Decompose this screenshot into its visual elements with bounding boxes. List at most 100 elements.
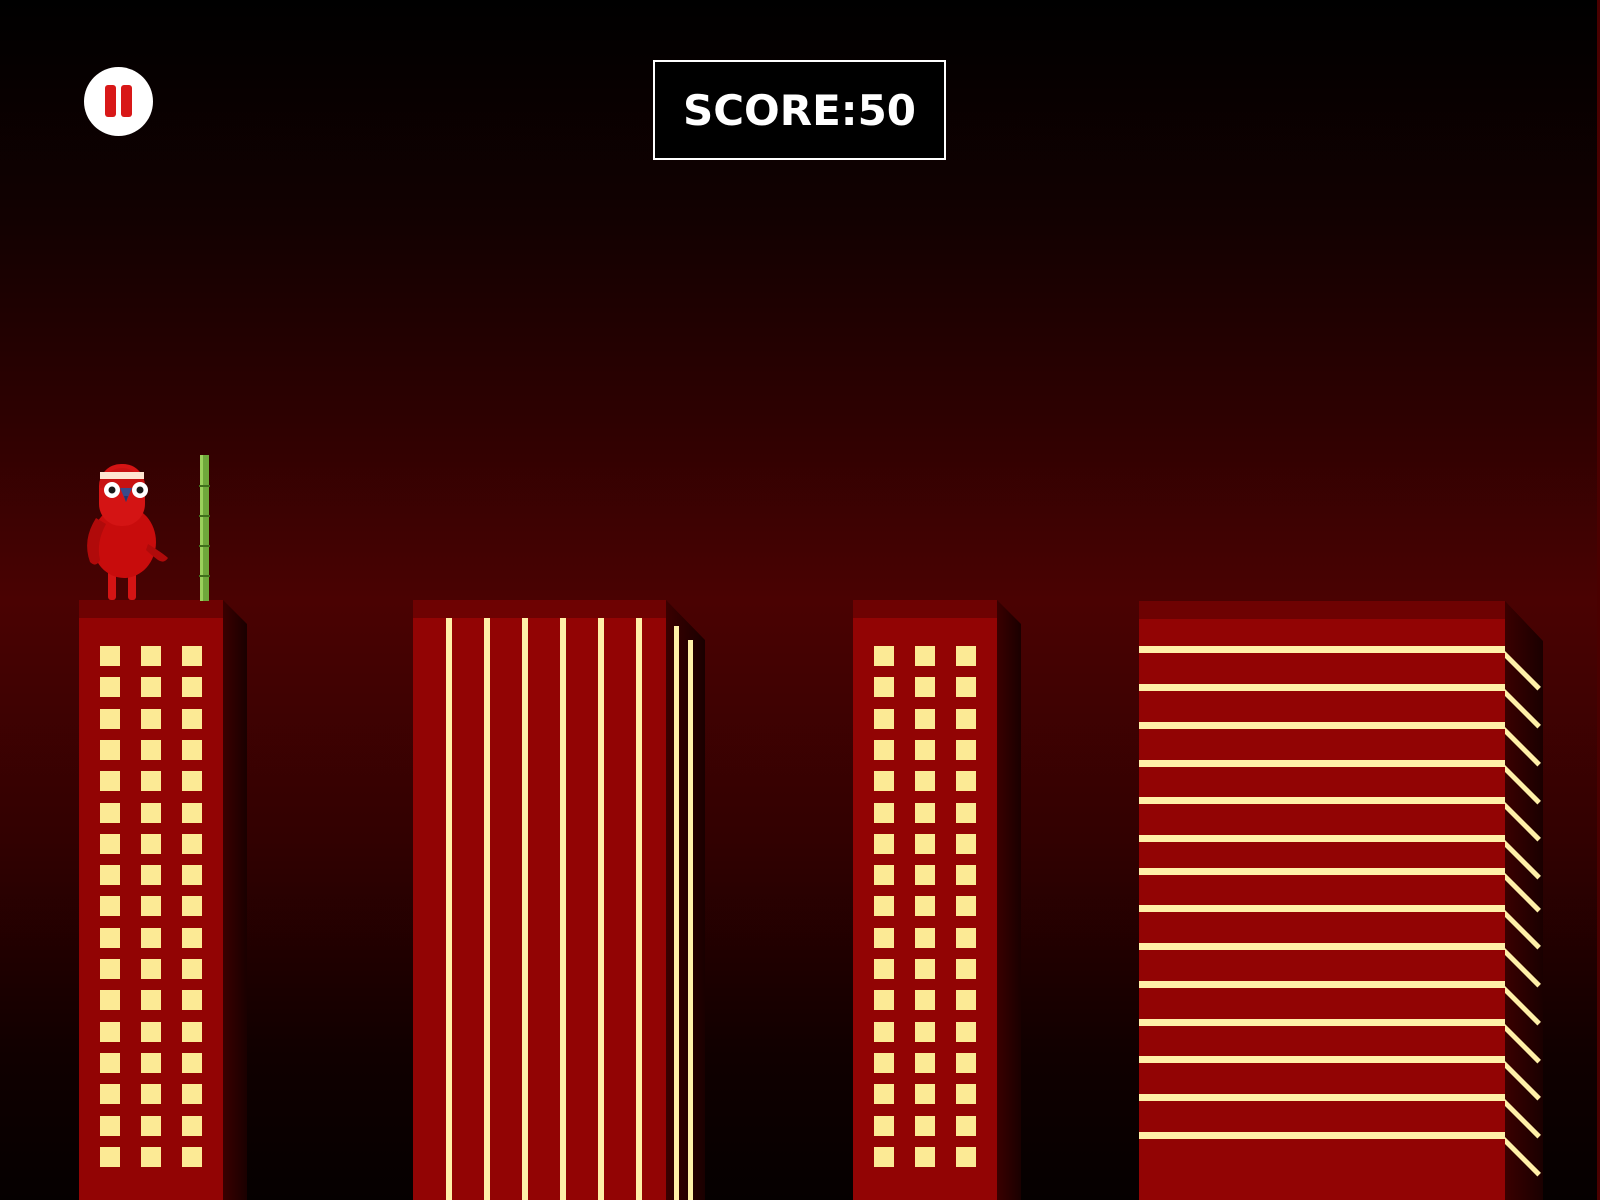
building-4 (1139, 601, 1543, 1200)
building-light-stripe (1139, 722, 1505, 729)
building-window (141, 1021, 161, 1042)
building-light-stripe (1139, 797, 1505, 804)
building-window (874, 802, 894, 823)
building-window (874, 865, 894, 886)
building-window (956, 1021, 976, 1042)
building-window (956, 1052, 976, 1073)
building-window (956, 833, 976, 854)
building-window (141, 959, 161, 979)
building-window (874, 896, 894, 917)
building-window (141, 1052, 161, 1073)
building-window (956, 771, 976, 792)
building-window (100, 1115, 120, 1136)
building-window (956, 896, 976, 917)
building-window (915, 959, 935, 979)
building-window (100, 833, 120, 854)
building-window (100, 927, 120, 948)
building-1 (79, 600, 247, 1200)
building-window (956, 865, 976, 886)
building-window (141, 896, 161, 917)
building-window (182, 865, 202, 886)
building-window (915, 739, 935, 760)
building-window (915, 802, 935, 823)
building-3 (853, 600, 1021, 1200)
building-window (956, 927, 976, 948)
building-window (100, 739, 120, 760)
building-side-stripe (1505, 945, 1541, 988)
building-side-stripe (1505, 907, 1541, 950)
building-window (182, 959, 202, 979)
building-window (141, 927, 161, 948)
building-window (874, 771, 894, 792)
building-window (874, 677, 894, 698)
building-window (956, 739, 976, 760)
building-window (100, 802, 120, 823)
building-window (182, 708, 202, 729)
building-window (915, 646, 935, 666)
building-light-stripe (560, 618, 566, 1200)
building-window (182, 833, 202, 854)
building-side-stripe (1505, 762, 1541, 805)
building-window (100, 677, 120, 698)
building-window (141, 739, 161, 760)
building-window (915, 1115, 935, 1136)
building-window (915, 990, 935, 1011)
building-window (915, 927, 935, 948)
bamboo-pole (199, 455, 210, 601)
building-window (141, 708, 161, 729)
building-window (874, 646, 894, 666)
building-light-stripe (1139, 868, 1505, 875)
building-light-stripe (1139, 1132, 1505, 1139)
building-window (956, 990, 976, 1011)
building-window (915, 771, 935, 792)
building-light-stripe (636, 618, 642, 1200)
building-window (100, 646, 120, 666)
building-light-stripe (1139, 835, 1505, 842)
score-display: SCORE: 50 (653, 60, 946, 160)
building-window (874, 833, 894, 854)
building-window (141, 802, 161, 823)
building-window (915, 833, 935, 854)
building-window (141, 677, 161, 698)
building-light-stripe (1139, 1019, 1505, 1026)
building-window (956, 1115, 976, 1136)
building-window (874, 1115, 894, 1136)
building-window (874, 1052, 894, 1073)
building-window (182, 990, 202, 1011)
building-window (956, 1084, 976, 1105)
building-light-stripe (1139, 684, 1505, 691)
pause-button[interactable] (84, 67, 153, 136)
building-window (141, 833, 161, 854)
building-side-stripe (1505, 724, 1541, 767)
building-window (956, 802, 976, 823)
building-window (915, 865, 935, 886)
building-light-stripe (484, 618, 490, 1200)
building-side-stripe (1505, 686, 1541, 729)
building-window (874, 927, 894, 948)
building-window (100, 896, 120, 917)
building-window (182, 802, 202, 823)
building-side-stripe (1505, 1096, 1541, 1139)
building-window (141, 646, 161, 666)
building-window (100, 708, 120, 729)
building-light-stripe (598, 618, 604, 1200)
building-window (100, 1021, 120, 1042)
building-light-stripe (1139, 1056, 1505, 1063)
building-window (141, 771, 161, 792)
building-window (915, 896, 935, 917)
building-light-stripe (1139, 646, 1505, 653)
building-window (874, 1021, 894, 1042)
building-window (182, 1084, 202, 1105)
building-light-stripe (1139, 981, 1505, 988)
building-window (100, 990, 120, 1011)
building-window (182, 1146, 202, 1167)
building-light-stripe (1139, 905, 1505, 912)
building-window (100, 865, 120, 886)
building-window (182, 646, 202, 666)
building-side-stripe (1505, 648, 1541, 691)
building-window (182, 1115, 202, 1136)
building-window (874, 1084, 894, 1105)
building-window (100, 1052, 120, 1073)
building-light-stripe (1139, 1094, 1505, 1101)
building-window (141, 865, 161, 886)
